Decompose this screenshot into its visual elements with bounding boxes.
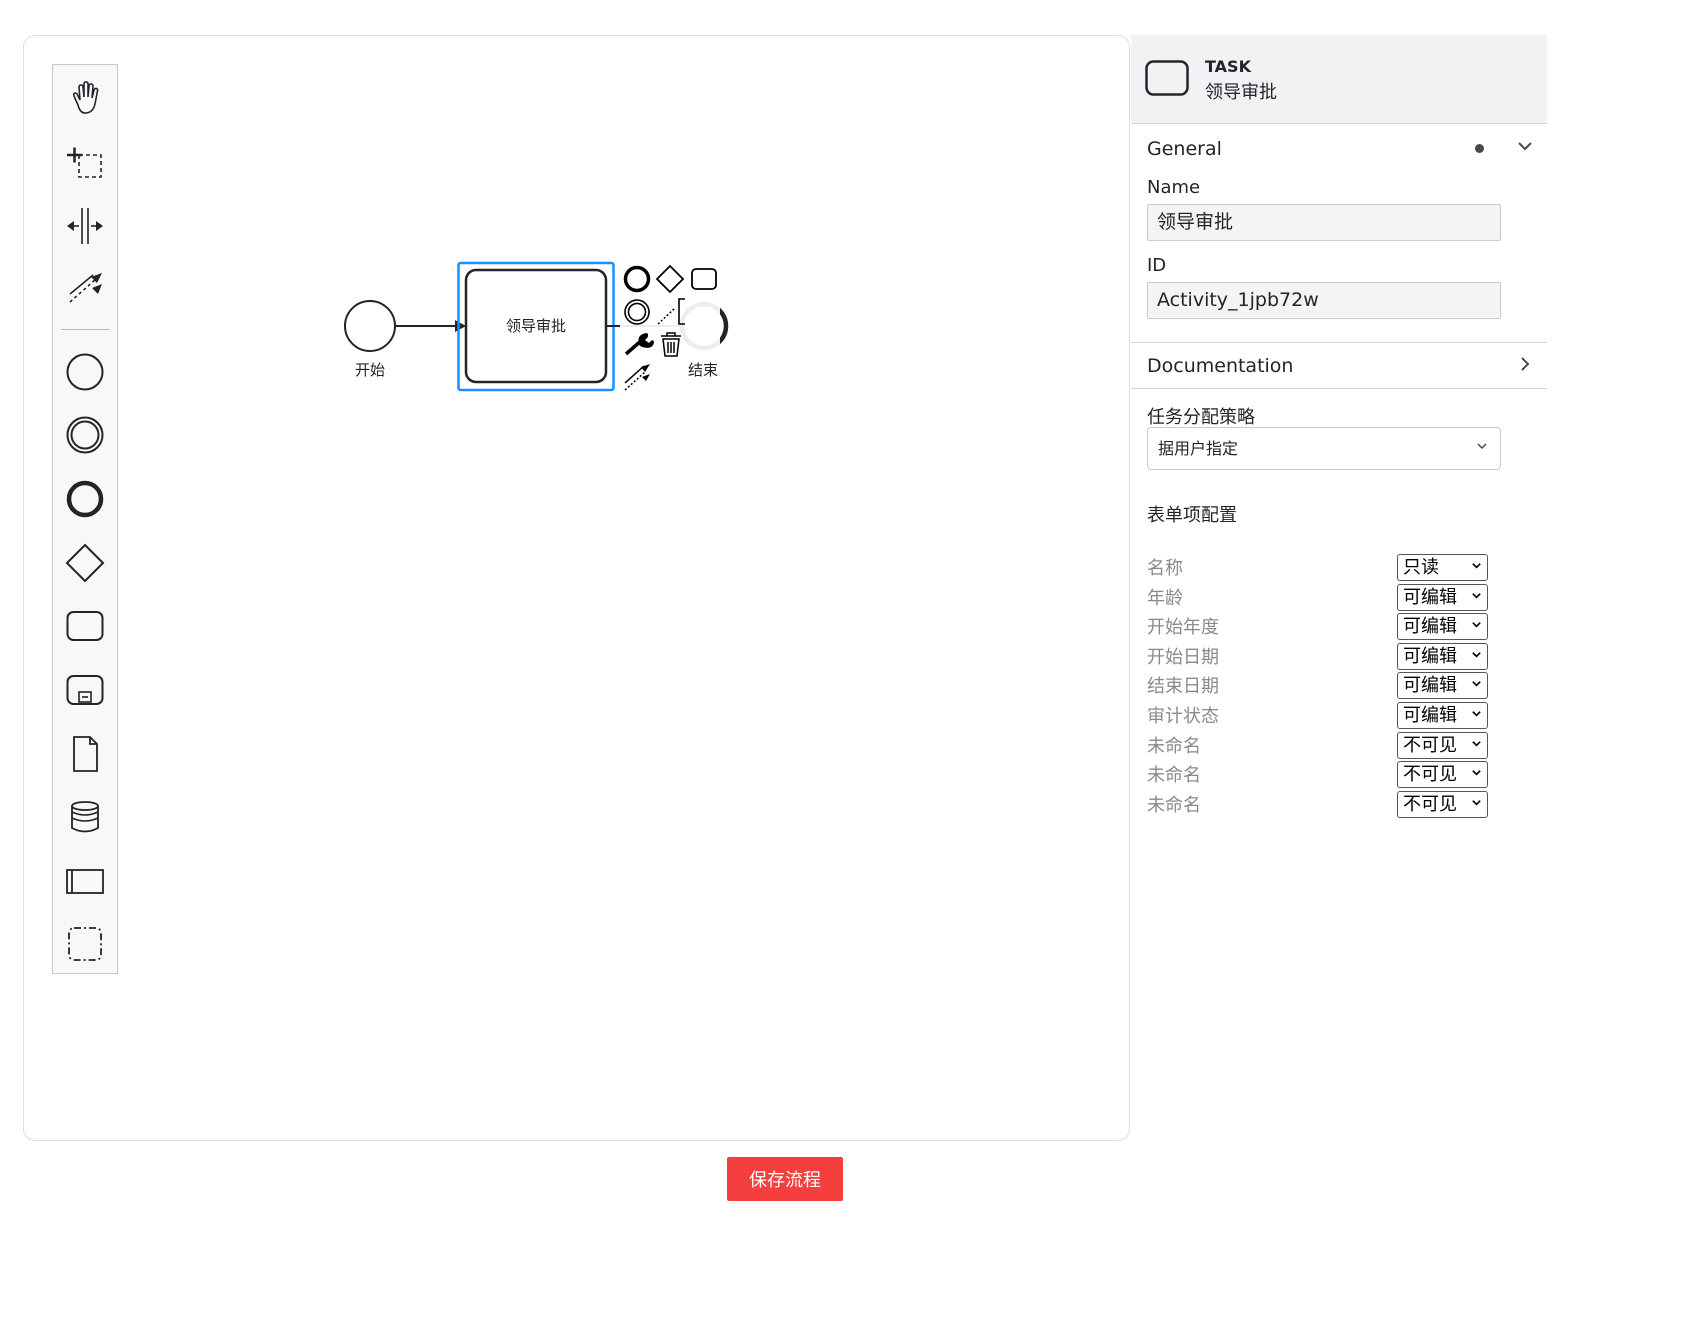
- element-name: 领导审批: [1205, 82, 1277, 103]
- form-field-permission-select[interactable]: 可编辑: [1397, 672, 1488, 700]
- id-input[interactable]: Activity_1jpb72w: [1147, 282, 1501, 319]
- task-label: 领导审批: [506, 317, 566, 335]
- subprocess-icon[interactable]: [60, 667, 110, 713]
- modeler-canvas[interactable]: [23, 35, 1130, 1141]
- form-config-title: 表单项配置: [1147, 505, 1237, 526]
- append-task-icon[interactable]: [691, 268, 717, 290]
- permission-value: 可编辑: [1403, 616, 1457, 638]
- task-icon: [1145, 60, 1189, 96]
- start-event-label: 开始: [355, 361, 385, 379]
- data-object-icon[interactable]: [60, 731, 110, 777]
- group-has-data-dot: [1475, 144, 1484, 153]
- tool-palette: [52, 64, 118, 974]
- start-event-icon[interactable]: [60, 349, 110, 395]
- form-field-label: 审计状态: [1147, 706, 1219, 727]
- group-icon[interactable]: [60, 921, 110, 967]
- intermediate-event-icon[interactable]: [60, 412, 110, 458]
- chevron-down-icon: [1471, 585, 1482, 610]
- name-input[interactable]: 领导审批: [1147, 204, 1501, 241]
- global-connect-tool-icon[interactable]: [60, 265, 110, 311]
- form-field-permission-select[interactable]: 不可见: [1397, 761, 1488, 789]
- form-field-label: 未命名: [1147, 765, 1201, 787]
- form-field-label: 开始年度: [1147, 617, 1219, 639]
- properties-panel: TASK 领导审批 General Name 领导审批 ID Activity_…: [1131, 35, 1547, 1141]
- save-process-button[interactable]: 保存流程: [727, 1157, 843, 1201]
- form-field-label: 结束日期: [1147, 676, 1219, 698]
- chevron-right-icon[interactable]: [1517, 356, 1533, 376]
- documentation-group-title[interactable]: Documentation: [1147, 355, 1293, 377]
- form-field-label: 年龄: [1147, 587, 1183, 609]
- append-intermediate-event-icon[interactable]: [624, 299, 650, 325]
- permission-value: 可编辑: [1403, 645, 1457, 667]
- strategy-select[interactable]: 据用户指定: [1147, 427, 1501, 470]
- end-event-label: 结束: [688, 361, 718, 379]
- permission-value: 可编辑: [1403, 586, 1457, 608]
- element-type: TASK: [1205, 57, 1251, 76]
- start-event[interactable]: [344, 300, 396, 352]
- permission-value: 可编辑: [1403, 675, 1457, 697]
- task-icon[interactable]: [60, 603, 110, 649]
- form-field-label: 开始日期: [1147, 646, 1219, 668]
- gateway-icon[interactable]: [60, 540, 110, 586]
- form-field-permission-select[interactable]: 可编辑: [1397, 702, 1488, 729]
- form-field-permission-select[interactable]: 可编辑: [1397, 583, 1488, 611]
- hand-tool-icon[interactable]: [60, 75, 110, 121]
- chevron-down-icon: [1471, 644, 1482, 669]
- general-group-title[interactable]: General: [1147, 138, 1222, 160]
- pool-icon[interactable]: [60, 858, 110, 904]
- group-divider: [1131, 388, 1547, 389]
- form-field-permission-select[interactable]: 可编辑: [1397, 613, 1488, 641]
- chevron-down-icon[interactable]: [1517, 138, 1533, 158]
- form-field-permission-select[interactable]: 不可见: [1397, 790, 1488, 818]
- chevron-down-icon: [1471, 792, 1482, 817]
- trash-icon[interactable]: [661, 332, 681, 357]
- form-field-permission-select[interactable]: 可编辑: [1397, 642, 1488, 670]
- name-label: Name: [1147, 177, 1201, 198]
- permission-value: 只读: [1403, 557, 1439, 578]
- append-end-event-icon[interactable]: [623, 265, 651, 293]
- form-field-label: 名称: [1147, 558, 1183, 579]
- end-event-icon[interactable]: [60, 476, 110, 522]
- chevron-down-icon: [1476, 428, 1488, 469]
- form-field-permission-select[interactable]: 不可见: [1397, 731, 1488, 759]
- chevron-down-icon: [1471, 673, 1482, 698]
- strategy-label: 任务分配策略: [1147, 407, 1255, 428]
- form-field-permission-select[interactable]: 只读: [1397, 554, 1488, 581]
- chevron-down-icon: [1471, 614, 1482, 639]
- properties-header: TASK 领导审批: [1131, 35, 1547, 124]
- data-store-icon[interactable]: [60, 794, 110, 840]
- form-field-label: 未命名: [1147, 794, 1201, 816]
- permission-value: 不可见: [1403, 793, 1457, 815]
- space-tool-icon[interactable]: [60, 203, 110, 249]
- strategy-select-value: 据用户指定: [1158, 439, 1239, 458]
- chevron-down-icon: [1471, 762, 1482, 787]
- id-label: ID: [1147, 255, 1167, 276]
- permission-value: 不可见: [1403, 734, 1457, 756]
- chevron-down-icon: [1471, 733, 1482, 758]
- form-field-label: 未命名: [1147, 735, 1201, 757]
- chevron-down-icon: [1471, 555, 1482, 580]
- permission-value: 不可见: [1403, 764, 1457, 786]
- group-divider: [1131, 342, 1547, 343]
- lasso-tool-icon[interactable]: [60, 139, 110, 185]
- chevron-down-icon: [1471, 703, 1482, 728]
- permission-value: 可编辑: [1403, 705, 1457, 726]
- palette-separator: [61, 329, 110, 330]
